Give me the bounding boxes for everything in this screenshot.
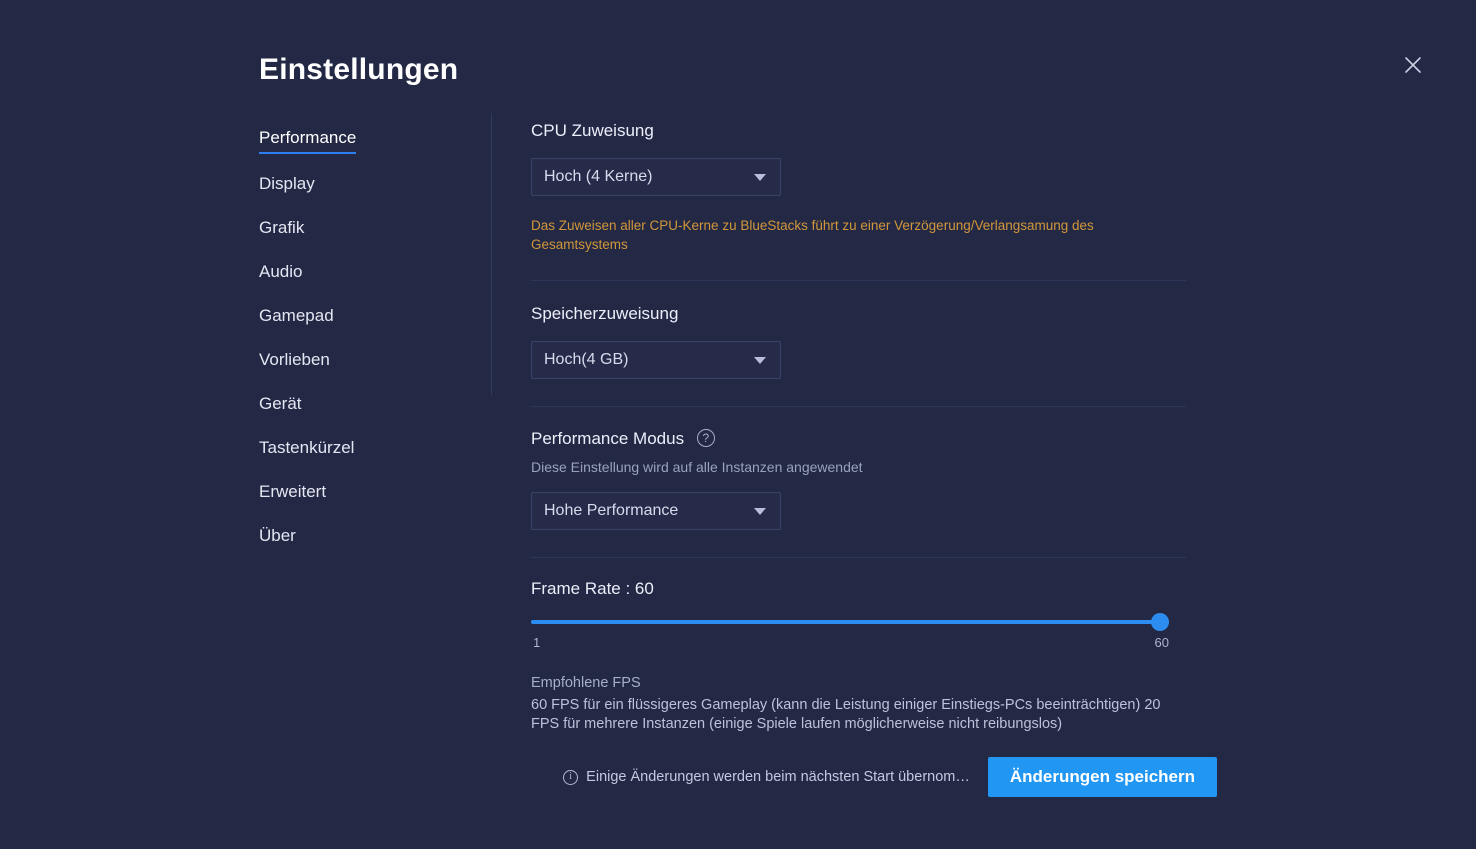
settings-sidebar: Performance Display Grafik Audio Gamepad… <box>259 128 459 570</box>
cpu-allocation-warning: Das Zuweisen aller CPU-Kerne zu BlueStac… <box>531 218 1094 252</box>
cpu-allocation-label: CPU Zuweisung <box>531 121 654 140</box>
section-divider-2 <box>531 406 1186 407</box>
help-icon[interactable]: ? <box>696 429 715 447</box>
frame-rate-slider[interactable] <box>531 613 1169 631</box>
cpu-allocation-section: CPU Zuweisung Hoch (4 Kerne) Das Zuweise… <box>531 120 1186 254</box>
sidebar-item-tastenkuerzel[interactable]: Tastenkürzel <box>259 438 354 462</box>
frame-rate-section: Frame Rate : 60 1 60 Empfohlene FPS 60 F… <box>531 579 1186 734</box>
sidebar-item-geraet[interactable]: Gerät <box>259 394 302 418</box>
memory-allocation-section: Speicherzuweisung Hoch(4 GB) <box>531 303 1186 379</box>
section-divider-3 <box>531 557 1186 558</box>
memory-allocation-dropdown[interactable]: Hoch(4 GB) <box>531 341 781 379</box>
restart-note-text: Einige Änderungen werden beim nächsten S… <box>586 769 970 785</box>
performance-mode-label-text: Performance Modus <box>531 429 685 448</box>
performance-mode-value: Hohe Performance <box>544 502 679 519</box>
performance-mode-section: Performance Modus ? Diese Einstellung wi… <box>531 428 1186 530</box>
info-icon: i <box>563 769 579 785</box>
settings-window: Einstellungen Performance Display Grafik… <box>0 0 1476 849</box>
frame-rate-label: Frame Rate : 60 <box>531 579 654 598</box>
sidebar-item-vorlieben[interactable]: Vorlieben <box>259 350 330 374</box>
sidebar-divider <box>491 113 492 395</box>
sidebar-item-grafik[interactable]: Grafik <box>259 218 304 242</box>
memory-allocation-value: Hoch(4 GB) <box>544 351 629 368</box>
sidebar-item-display[interactable]: Display <box>259 174 315 198</box>
memory-allocation-label: Speicherzuweisung <box>531 304 679 323</box>
slider-max-label: 60 <box>1154 635 1169 650</box>
chevron-down-icon <box>754 173 766 181</box>
slider-thumb[interactable] <box>1151 613 1169 631</box>
recommended-fps-title: Empfohlene FPS <box>531 675 641 691</box>
sidebar-item-erweitert[interactable]: Erweitert <box>259 482 326 506</box>
close-button[interactable] <box>1396 48 1430 82</box>
performance-mode-dropdown[interactable]: Hohe Performance <box>531 492 781 530</box>
sidebar-item-audio[interactable]: Audio <box>259 262 302 286</box>
cpu-allocation-value: Hoch (4 Kerne) <box>544 168 653 185</box>
slider-fill <box>531 620 1169 624</box>
save-changes-button[interactable]: Änderungen speichern <box>987 757 1217 797</box>
performance-mode-description: Diese Einstellung wird auf alle Instanze… <box>531 459 863 475</box>
performance-mode-label: Performance Modus ? <box>531 428 1186 450</box>
cpu-allocation-dropdown[interactable]: Hoch (4 Kerne) <box>531 158 781 196</box>
page-title: Einstellungen <box>259 53 459 86</box>
chevron-down-icon <box>754 356 766 364</box>
chevron-down-icon <box>754 507 766 515</box>
recommended-fps-description: 60 FPS für ein flüssigeres Gameplay (kan… <box>531 697 1161 732</box>
section-divider-1 <box>531 280 1186 281</box>
sidebar-item-ueber[interactable]: Über <box>259 526 296 550</box>
slider-min-label: 1 <box>533 635 541 650</box>
restart-note: i Einige Änderungen werden beim nächsten… <box>563 769 970 785</box>
close-icon <box>1402 54 1424 76</box>
slider-range-labels: 1 60 <box>531 635 1169 653</box>
settings-footer: i Einige Änderungen werden beim nächsten… <box>531 757 1217 797</box>
settings-content: CPU Zuweisung Hoch (4 Kerne) Das Zuweise… <box>531 120 1186 734</box>
sidebar-item-gamepad[interactable]: Gamepad <box>259 306 334 330</box>
sidebar-item-performance[interactable]: Performance <box>259 128 357 154</box>
